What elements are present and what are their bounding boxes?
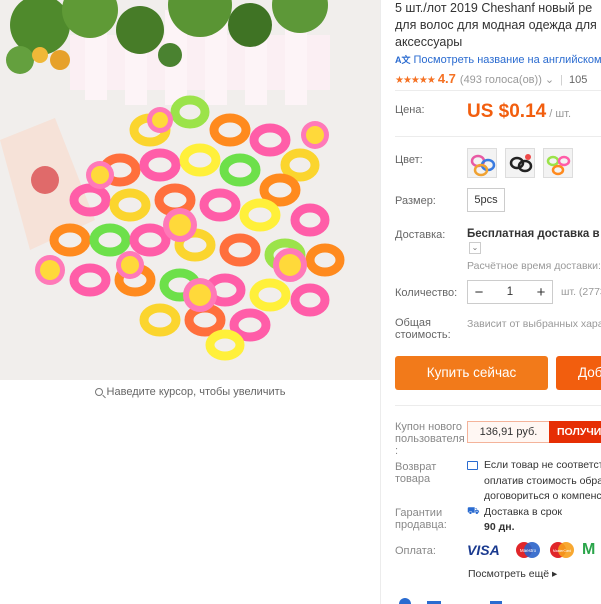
quantity-increase-button[interactable]: + [530, 284, 552, 301]
divider [395, 90, 601, 91]
translate-title-text: Посмотреть название на английском [413, 54, 601, 66]
magnifier-icon [94, 388, 103, 396]
rating-votes-link[interactable]: (493 голоса(ов)) [460, 74, 542, 86]
payment-label: Оплата: [395, 545, 436, 557]
guarantee-text: Доставка в срок 90 дн. [484, 505, 562, 535]
coupon-label-line: Купон нового [395, 421, 463, 433]
rating-row: ★★★★★ 4.7 (493 голоса(ов)) ⌄ | 105 [395, 71, 587, 86]
divider [395, 405, 601, 406]
product-title-line: 5 шт./лот 2019 Cheshanf новый ре [395, 1, 593, 15]
product-title: 5 шт./лот 2019 Cheshanf новый ре для вол… [395, 0, 601, 51]
mastercard-icon: MasterCard [550, 542, 574, 558]
returns-label: Возврат товара [395, 461, 436, 485]
see-more-text: Посмотреть ещё [468, 568, 550, 580]
buy-now-button[interactable]: Купить сейчас [395, 356, 548, 390]
total-label: Общая стоимость: [395, 317, 451, 341]
guarantee-days: 90 дн. [484, 521, 515, 533]
chevron-right-icon: ▸ [552, 568, 558, 580]
shipping-estimate: Расчётное время доставки: [467, 260, 601, 272]
returns-text: Если товар не соответст оплатив стоимост… [484, 458, 601, 505]
guarantee-label: Гарантии продавца: [395, 507, 447, 531]
quantity-label: Количество: [395, 287, 458, 299]
coupon-label-line: пользователя [395, 433, 465, 445]
stock-note: шт. (2773 [561, 286, 601, 298]
rating-score: 4.7 [437, 71, 456, 86]
returns-label-line: Возврат [395, 461, 437, 473]
return-policy-icon [467, 461, 478, 470]
returns-line: договориться о компенс [484, 490, 601, 502]
coupon-label-line: : [395, 445, 399, 457]
guarantee-line: Доставка в срок [484, 506, 563, 518]
see-more-payments-link[interactable]: Посмотреть ещё ▸ [468, 568, 557, 580]
color-option-2[interactable] [505, 148, 535, 178]
column-divider [380, 0, 381, 604]
zoom-hint-text: Наведите курсор, чтобы увеличить [106, 386, 286, 398]
returns-line: Если товар не соответст [484, 459, 601, 471]
get-coupon-button[interactable]: ПОЛУЧИ [549, 421, 601, 443]
total-note: Зависит от выбранных хара [467, 318, 601, 330]
visa-icon: VISA [467, 542, 500, 558]
product-main-image[interactable] [0, 0, 380, 380]
color-option-1[interactable] [467, 148, 497, 178]
chevron-down-icon[interactable]: ⌄ [469, 242, 481, 254]
price-label: Цена: [395, 104, 425, 116]
rating-separator: | [560, 74, 563, 86]
quantity-stepper: − 1 + [467, 280, 553, 304]
footer-icons-peek [399, 598, 502, 604]
zoom-hint: Наведите курсор, чтобы увеличить [0, 386, 380, 398]
returns-label-line: товара [395, 473, 431, 485]
shipping-label: Доставка: [395, 229, 446, 241]
maestro-icon: Maestro [516, 542, 540, 558]
maestro-label: Maestro [520, 548, 537, 553]
translate-title-link[interactable]: A文 Посмотреть название на английском [395, 53, 601, 66]
price-value: US $0.14/ шт. [467, 101, 571, 123]
product-details: 5 шт./лот 2019 Cheshanf новый ре для вол… [395, 0, 601, 604]
price-unit: / шт. [549, 108, 572, 120]
product-title-line: для волос для модная одежда для [395, 18, 597, 32]
star-rating-icon: ★★★★★ [395, 75, 436, 86]
size-label: Размер: [395, 195, 436, 207]
size-option-5pcs[interactable]: 5pcs [467, 188, 505, 212]
price-amount: US $0.14 [467, 101, 547, 122]
quantity-input[interactable]: 1 [490, 286, 530, 298]
orders-count: 105 [569, 74, 588, 86]
mastercard-label: MasterCard [553, 549, 571, 553]
guarantee-label-line: продавца: [395, 519, 447, 531]
delivery-truck-icon: ⛟ [467, 506, 480, 517]
product-title-line: аксессуары [395, 35, 463, 49]
color-label: Цвет: [395, 154, 423, 166]
guarantee-label-line: Гарантии [395, 507, 443, 519]
quantity-decrease-button[interactable]: − [468, 284, 490, 301]
color-option-3[interactable] [543, 148, 573, 178]
returns-line: оплатив стоимость обра [484, 474, 601, 487]
coupon-value: 136,91 руб. [467, 421, 549, 443]
total-label-line: стоимость: [395, 329, 451, 341]
coupon-label: Купон нового пользователя : [395, 421, 465, 457]
translate-icon: A文 [395, 55, 411, 65]
add-to-cart-button[interactable]: Доб [556, 356, 601, 390]
chevron-down-icon[interactable]: ⌄ [545, 74, 554, 86]
shipping-method[interactable]: Бесплатная доставка в Ru [467, 228, 601, 240]
total-label-line: Общая [395, 317, 431, 329]
payment-method-icon: M [582, 541, 596, 558]
divider [395, 136, 601, 137]
